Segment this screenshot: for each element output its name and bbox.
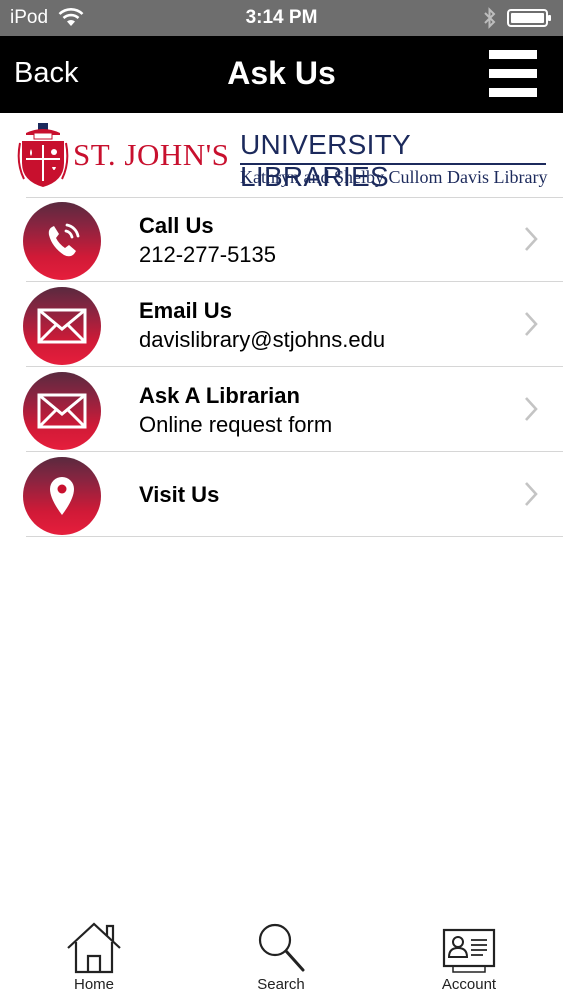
tab-search[interactable]: Search (226, 920, 336, 1000)
ask-us-screen: iPod 3:14 PM Back Ask Us ST. JOHN'S UNIV… (0, 0, 563, 1000)
status-right (483, 7, 553, 29)
tab-label: Search (257, 976, 305, 993)
chevron-right-icon (525, 397, 538, 421)
map-pin-icon (23, 457, 101, 535)
contact-options-list: Call Us 212-277-5135 Email Us davislibra… (0, 197, 563, 537)
tab-label: Home (73, 976, 114, 993)
bluetooth-icon (483, 7, 497, 29)
list-item-ask-a-librarian[interactable]: Ask A Librarian Online request form (0, 367, 563, 452)
hamburger-menu-icon[interactable] (489, 50, 537, 98)
list-item-visit-us[interactable]: Visit Us (0, 452, 563, 537)
item-subtitle: 212-277-5135 (139, 242, 277, 267)
logo-rule (240, 163, 546, 165)
envelope-icon (23, 372, 101, 450)
library-logo-banner: ST. JOHN'S UNIVERSITY LIBRARIES Kathryn … (0, 113, 563, 197)
home-icon (67, 922, 121, 974)
chevron-right-icon (525, 227, 538, 251)
battery-icon (507, 8, 553, 28)
item-subtitle: Online request form (139, 412, 333, 437)
logo-library-name: Kathryn and Shelby Cullom Davis Library (240, 167, 548, 187)
account-card-icon (442, 928, 496, 973)
envelope-icon (23, 287, 101, 365)
chevron-right-icon (525, 312, 538, 336)
page-title: Ask Us (227, 55, 336, 91)
item-subtitle: davislibrary@stjohns.edu (139, 327, 386, 352)
item-title: Ask A Librarian (139, 383, 300, 408)
item-title: Call Us (139, 213, 214, 238)
phone-icon (23, 202, 101, 280)
list-item-email-us[interactable]: Email Us davislibrary@stjohns.edu (0, 282, 563, 367)
logo-wordmark: ST. JOHN'S (73, 137, 230, 172)
status-bar: iPod 3:14 PM (0, 0, 563, 36)
university-crest-icon (17, 123, 69, 187)
status-time: 3:14 PM (245, 7, 318, 28)
item-title: Email Us (139, 298, 232, 323)
search-icon (258, 923, 305, 972)
list-item-call-us[interactable]: Call Us 212-277-5135 (0, 197, 563, 282)
item-title: Visit Us (139, 482, 220, 507)
tab-account[interactable]: Account (414, 920, 524, 1000)
chevron-right-icon (525, 482, 538, 506)
tab-label: Account (441, 976, 497, 993)
bottom-tab-bar: Home Search Account (0, 910, 563, 1000)
navigation-bar: Back Ask Us (0, 36, 563, 113)
tab-home[interactable]: Home (39, 920, 149, 1000)
